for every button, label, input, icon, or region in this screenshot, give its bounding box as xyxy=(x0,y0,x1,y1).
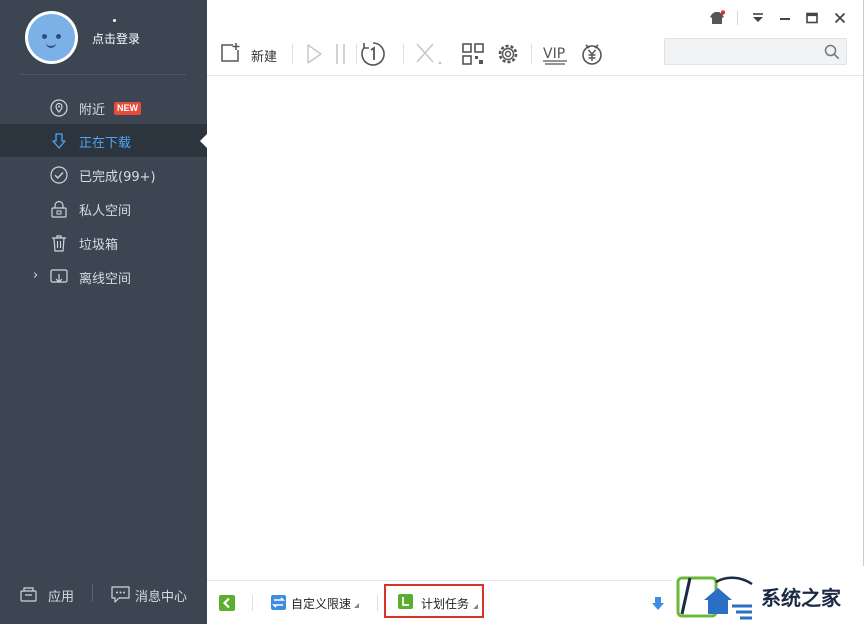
download-arrow-icon xyxy=(52,133,66,149)
sidebar-footer: 应用 消息中心 xyxy=(0,578,207,610)
new-task-icon xyxy=(221,43,240,62)
apps-box-icon xyxy=(20,587,37,602)
settings-gear-icon[interactable] xyxy=(495,40,521,68)
search-icon[interactable] xyxy=(824,44,840,60)
top-bar: 新建 VIP xyxy=(207,0,863,76)
dropdown-triangle-icon xyxy=(473,604,478,609)
sidebar-item-label: 私人空间 xyxy=(79,204,132,219)
sidebar-item-downloading[interactable]: 正在下载 xyxy=(0,124,207,157)
delete-icon[interactable] xyxy=(414,40,444,68)
login-link[interactable]: 点击登录 xyxy=(92,30,140,47)
speed-limit-label: 自定义限速 xyxy=(291,597,352,611)
sidebar-divider xyxy=(20,74,186,75)
sidebar-item-label: 离线空间 xyxy=(79,272,132,287)
search-input[interactable] xyxy=(671,42,821,61)
schedule-icon xyxy=(398,594,413,609)
collapse-button[interactable] xyxy=(219,595,235,611)
lock-icon xyxy=(51,200,67,218)
status-divider xyxy=(252,595,253,611)
scheduled-tasks-label: 计划任务 xyxy=(421,597,470,611)
messages-label: 消息中心 xyxy=(135,590,188,605)
chevron-right-icon[interactable]: › xyxy=(33,268,38,283)
sidebar-item-offline-space[interactable]: › 离线空间 xyxy=(0,260,207,293)
menu-dropdown-icon[interactable] xyxy=(750,10,766,26)
chat-bubble-icon xyxy=(111,586,130,603)
cloud-download-icon xyxy=(50,269,68,283)
footer-divider xyxy=(92,584,93,602)
scheduled-tasks-button[interactable]: 计划任务 xyxy=(384,584,484,618)
sidebar-item-label: 垃圾箱 xyxy=(79,238,119,253)
toolbar-divider xyxy=(403,44,404,64)
sidebar-item-nearby[interactable]: 附近 NEW xyxy=(0,91,207,124)
pause-icon[interactable] xyxy=(333,40,349,68)
sidebar-item-completed[interactable]: 已完成(99+) xyxy=(0,158,207,191)
new-task-button[interactable]: 新建 xyxy=(219,40,285,68)
watermark: 系统之家 xyxy=(672,566,864,624)
new-badge: NEW xyxy=(114,102,141,115)
dropdown-triangle-icon xyxy=(354,603,359,608)
maximize-icon[interactable] xyxy=(804,10,820,26)
toolbar-divider xyxy=(356,44,357,64)
location-pin-icon xyxy=(50,99,68,117)
sidebar: 点击登录 附近 NEW 正在下载 已完成(99+) 私人空间 垃圾箱 › 离线空… xyxy=(0,0,207,624)
status-dot xyxy=(113,19,116,22)
watermark-logo-icon xyxy=(676,576,753,620)
avatar-face-icon xyxy=(28,14,75,61)
sidebar-item-label: 附近 xyxy=(79,103,106,118)
trash-icon xyxy=(52,235,66,252)
minimize-icon[interactable] xyxy=(777,10,793,26)
qr-code-icon[interactable] xyxy=(461,40,485,68)
window-controls-divider xyxy=(737,11,738,25)
watermark-text: 系统之家 xyxy=(761,586,841,610)
sidebar-item-label: 已完成(99+) xyxy=(79,170,156,185)
check-circle-icon xyxy=(50,166,68,184)
search-box xyxy=(664,38,847,65)
speed-limit-icon xyxy=(271,595,286,610)
skin-shirt-icon[interactable] xyxy=(709,10,725,26)
close-icon[interactable] xyxy=(832,10,848,26)
new-task-label: 新建 xyxy=(251,50,278,65)
play-icon[interactable] xyxy=(303,40,325,68)
one-icon[interactable] xyxy=(360,40,386,68)
sidebar-item-trash[interactable]: 垃圾箱 xyxy=(0,226,207,259)
sidebar-item-label: 正在下载 xyxy=(79,136,132,151)
download-speed-arrow-icon xyxy=(652,597,664,610)
main-panel: 新建 VIP 自定义限速 计划任务 xyxy=(207,0,864,624)
status-divider xyxy=(377,595,378,611)
toolbar-divider xyxy=(531,44,532,64)
yuan-piggy-icon[interactable] xyxy=(579,40,605,68)
download-list-area[interactable] xyxy=(207,77,863,579)
vip-icon[interactable]: VIP xyxy=(541,40,569,68)
chevron-left-icon xyxy=(222,597,230,609)
avatar[interactable] xyxy=(25,11,78,64)
download-manager-window: 点击登录 附近 NEW 正在下载 已完成(99+) 私人空间 垃圾箱 › 离线空… xyxy=(0,0,864,624)
toolbar-divider xyxy=(292,44,293,64)
apps-label: 应用 xyxy=(48,590,75,605)
sidebar-item-private-space[interactable]: 私人空间 xyxy=(0,192,207,225)
svg-text:VIP: VIP xyxy=(543,46,565,62)
